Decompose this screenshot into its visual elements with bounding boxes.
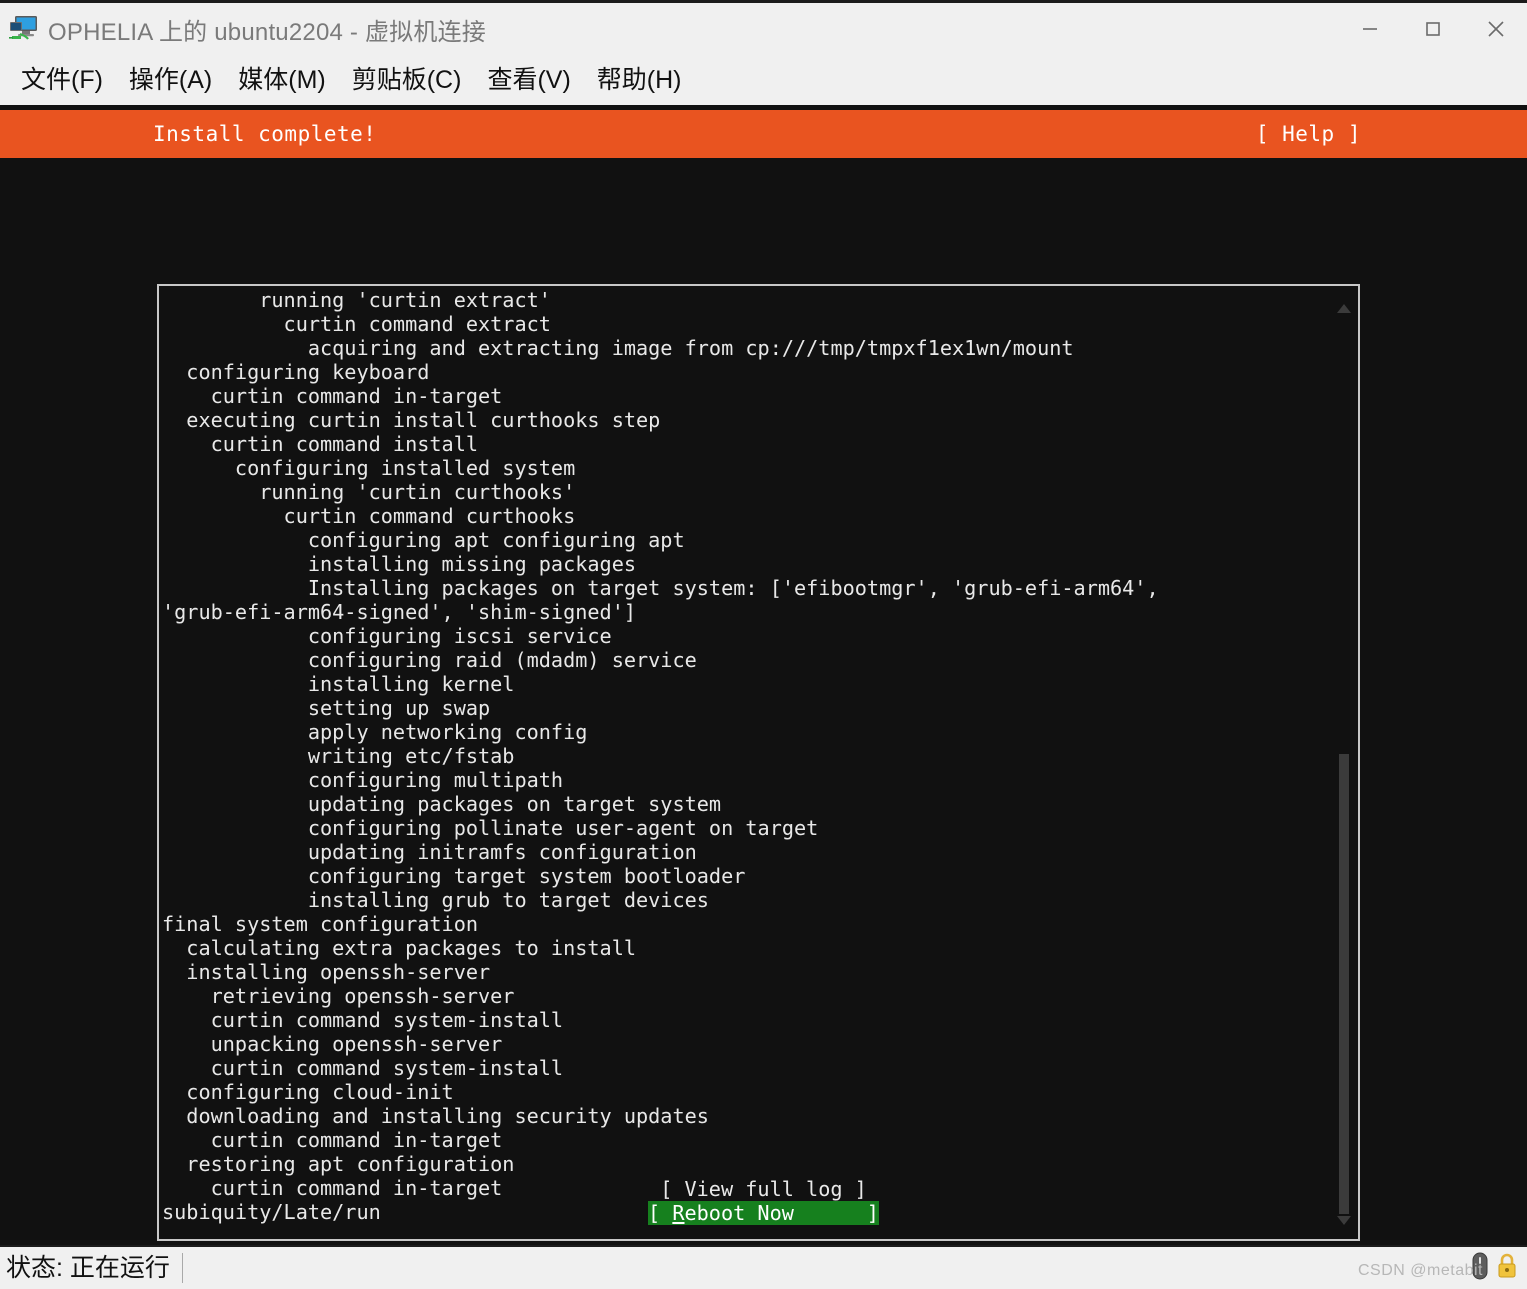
- reboot-prefix: [: [648, 1201, 673, 1225]
- help-button[interactable]: [ Help ]: [1256, 122, 1361, 146]
- status-tray: CSDN @metabit: [1358, 1251, 1527, 1286]
- installer-title: Install complete!: [153, 122, 377, 146]
- minimize-button[interactable]: [1338, 3, 1401, 55]
- watermark-text: CSDN @metabit: [1358, 1261, 1483, 1279]
- reboot-now-button[interactable]: [ Reboot Now ]: [648, 1201, 879, 1225]
- menubar: 文件(F) 操作(A) 媒体(M) 剪贴板(C) 查看(V) 帮助(H): [0, 55, 1527, 105]
- installer-actions: [ View full log ] [ Reboot Now ]: [0, 1177, 1527, 1225]
- status-text: 状态: 正在运行: [6, 1253, 170, 1282]
- statusbar: 状态: 正在运行 CSDN @metabit: [0, 1245, 1527, 1289]
- status-divider: [181, 1253, 183, 1283]
- install-log-text: running 'curtin extract' curtin command …: [162, 288, 1159, 1224]
- menu-item-clipboard[interactable]: 剪贴板(C): [339, 66, 475, 95]
- installer-header: Install complete! [ Help ]: [0, 110, 1527, 158]
- window-titlebar: OPHELIA 上的 ubuntu2204 - 虚拟机连接: [0, 0, 1527, 55]
- vm-connect-window: OPHELIA 上的 ubuntu2204 - 虚拟机连接 文件(F) 操作(A…: [0, 0, 1527, 1289]
- vm-console-screen[interactable]: Install complete! [ Help ] running 'curt…: [0, 105, 1527, 1245]
- vm-connect-icon: [8, 12, 42, 46]
- window-title: OPHELIA 上的 ubuntu2204 - 虚拟机连接: [48, 18, 486, 46]
- view-full-log-button[interactable]: [ View full log ]: [660, 1177, 867, 1201]
- menu-item-media[interactable]: 媒体(M): [225, 66, 338, 95]
- scrollbar-thumb[interactable]: [1339, 754, 1349, 1214]
- reboot-label-rest: eboot Now ]: [684, 1201, 879, 1225]
- install-log-panel: running 'curtin extract' curtin command …: [157, 284, 1360, 1241]
- menu-item-file[interactable]: 文件(F): [8, 66, 116, 95]
- maximize-button[interactable]: [1401, 3, 1464, 55]
- window-controls: [1338, 3, 1527, 55]
- reboot-accel-key: R: [672, 1201, 685, 1225]
- scroll-up-arrow-icon[interactable]: [1337, 304, 1351, 313]
- menu-item-view[interactable]: 查看(V): [474, 66, 583, 95]
- close-button[interactable]: [1464, 3, 1527, 55]
- lock-icon: [1495, 1251, 1519, 1286]
- menu-item-action[interactable]: 操作(A): [116, 66, 225, 95]
- menu-item-help[interactable]: 帮助(H): [584, 66, 695, 95]
- log-scrollbar[interactable]: [1332, 286, 1356, 1239]
